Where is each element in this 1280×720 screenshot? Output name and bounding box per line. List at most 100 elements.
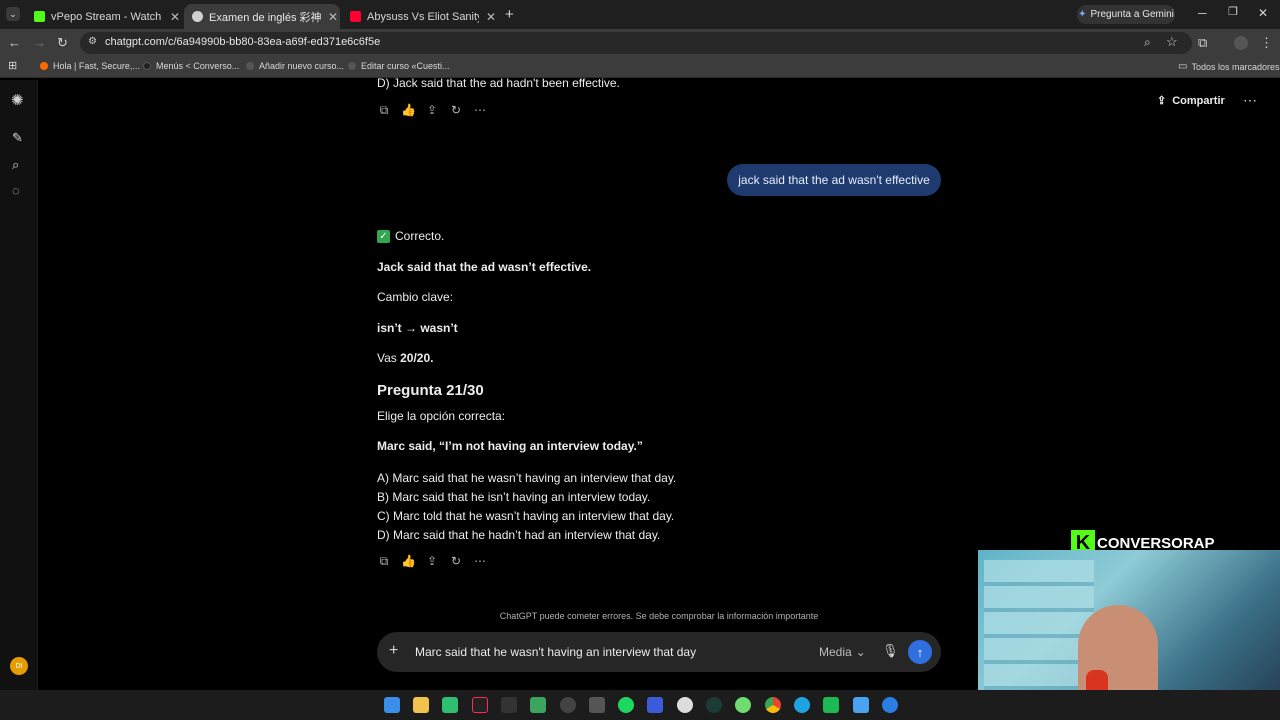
folder-icon: ▭ bbox=[1178, 61, 1188, 72]
close-icon[interactable]: ✕ bbox=[327, 10, 339, 24]
avatar[interactable]: DI bbox=[10, 657, 28, 675]
zoom-icon[interactable]: ⌕ bbox=[1144, 35, 1151, 50]
bookmark-item[interactable]: Menús < Converso... bbox=[143, 61, 239, 71]
spotify-icon[interactable] bbox=[618, 697, 634, 713]
new-tab-icon[interactable]: + bbox=[505, 7, 514, 22]
reload-icon[interactable]: ↻ bbox=[57, 36, 68, 49]
app-icon[interactable] bbox=[882, 697, 898, 713]
search-icon[interactable]: ⌕ bbox=[12, 158, 19, 171]
option-d: D) Marc said that he hadn’t had an inter… bbox=[377, 528, 661, 542]
bookmark-star-icon[interactable]: ☆ bbox=[1166, 34, 1178, 50]
correct-line: ✓ Correcto. bbox=[377, 229, 444, 243]
chrome-icon[interactable] bbox=[765, 697, 781, 713]
thumbs-icon[interactable]: 👍 bbox=[401, 103, 416, 117]
app-icon[interactable] bbox=[735, 697, 751, 713]
disclaimer: ChatGPT puede cometer errores. Se debe c… bbox=[499, 611, 819, 621]
menu-icon[interactable]: ⋮ bbox=[1260, 36, 1273, 49]
app-icon[interactable] bbox=[442, 697, 458, 713]
apps-icon[interactable]: ⊞ bbox=[8, 61, 17, 72]
forward-icon[interactable]: → bbox=[33, 36, 46, 49]
site-info-icon[interactable]: ⚙ bbox=[88, 36, 97, 47]
bookmark-favicon bbox=[143, 62, 151, 70]
change-label: Cambio clave: bbox=[377, 290, 454, 304]
close-icon[interactable]: ✕ bbox=[169, 10, 181, 24]
bookmark-item[interactable]: Hola | Fast, Secure,... bbox=[40, 61, 140, 71]
window-close-icon[interactable]: ✕ bbox=[1258, 7, 1268, 19]
share-icon[interactable]: ⇪ bbox=[425, 554, 439, 568]
send-button[interactable]: ↑ bbox=[908, 640, 932, 664]
check-icon: ✓ bbox=[377, 229, 390, 243]
tab-youtube[interactable]: Abysuss Vs Eliot Sanity (SAYAYI ✕ bbox=[342, 4, 498, 29]
app-icon[interactable] bbox=[823, 697, 839, 713]
thumbs-icon[interactable]: 👍 bbox=[401, 554, 416, 568]
close-icon[interactable]: ✕ bbox=[485, 10, 497, 24]
bookmark-item[interactable]: Editar curso «Cuesti... bbox=[348, 61, 450, 71]
minimize-icon[interactable]: ─ bbox=[1198, 7, 1207, 19]
user-message: jack said that the ad wasn't effective bbox=[727, 164, 941, 196]
message-actions: ⧉ 👍 ⇪ ↻ ⋯ bbox=[377, 554, 487, 568]
app-icon[interactable] bbox=[530, 697, 546, 713]
app-icon[interactable] bbox=[677, 697, 693, 713]
score-line: Vas 20/20. bbox=[377, 351, 434, 365]
regenerate-icon[interactable]: ↻ bbox=[449, 554, 463, 568]
toolbar: ← → ↻ ⚙ chatgpt.com/c/6a94990b-bb80-83ea… bbox=[0, 29, 1280, 57]
profile-avatar[interactable] bbox=[1234, 36, 1248, 50]
folder-label: Todos los marcadores bbox=[1191, 61, 1280, 72]
app-icon[interactable] bbox=[706, 697, 722, 713]
app-icon[interactable] bbox=[501, 697, 517, 713]
kick-icon bbox=[34, 11, 45, 22]
copy-icon[interactable]: ⧉ bbox=[377, 103, 391, 117]
share-button[interactable]: ⇪ Compartir bbox=[1157, 94, 1225, 108]
more-icon[interactable]: ⋯ bbox=[473, 554, 487, 568]
windows-start-icon[interactable] bbox=[384, 697, 400, 713]
tab-chatgpt[interactable]: Examen de inglés 彩神争霸快三 ✕ bbox=[184, 4, 340, 29]
bookmark-label: Editar curso «Cuesti... bbox=[361, 61, 450, 71]
model-selector[interactable]: Media ⌄ bbox=[819, 645, 866, 659]
more-options-icon[interactable]: ⋯ bbox=[1243, 93, 1257, 107]
tab-search-icon[interactable]: ⌄ bbox=[6, 7, 20, 21]
url-text: chatgpt.com/c/6a94990b-bb80-83ea-a69f-ed… bbox=[105, 36, 381, 48]
correct-label: Correcto. bbox=[395, 229, 445, 243]
score-value: 20/20. bbox=[400, 351, 434, 365]
tiktok-icon[interactable] bbox=[472, 697, 488, 713]
user-message-text: jack said that the ad wasn't effective bbox=[738, 173, 930, 187]
openai-logo-icon[interactable]: ✺ bbox=[11, 93, 24, 108]
regenerate-icon[interactable]: ↻ bbox=[449, 103, 463, 117]
bookmark-item[interactable]: Añadir nuevo curso... bbox=[246, 61, 344, 71]
share-icon[interactable]: ⇪ bbox=[425, 103, 439, 117]
gemini-button[interactable]: ✦ Pregunta a Gemini bbox=[1077, 5, 1175, 24]
restore-icon[interactable]: ❐ bbox=[1228, 7, 1238, 18]
address-bar[interactable]: ⚙ chatgpt.com/c/6a94990b-bb80-83ea-a69f-… bbox=[80, 32, 1192, 54]
question-title: Pregunta 21/30 bbox=[377, 382, 484, 399]
tab-title: Examen de inglés 彩神争霸快三 bbox=[209, 11, 321, 24]
edge-icon[interactable] bbox=[794, 697, 810, 713]
model-label: Media bbox=[819, 645, 852, 659]
bookmark-label: Añadir nuevo curso... bbox=[259, 61, 345, 71]
all-bookmarks-folder[interactable]: ▭ Todos los marcadores bbox=[1178, 61, 1280, 72]
more-icon[interactable]: ⋯ bbox=[473, 103, 487, 117]
app-icon[interactable] bbox=[647, 697, 663, 713]
brand-text: CONVERSORAP bbox=[1097, 534, 1215, 552]
app-icon[interactable] bbox=[589, 697, 605, 713]
back-icon[interactable]: ← bbox=[8, 36, 21, 49]
new-chat-icon[interactable]: ✎ bbox=[12, 131, 23, 144]
avatar-initials: DI bbox=[15, 662, 23, 670]
gemini-icon: ✦ bbox=[1078, 9, 1087, 20]
bookmark-favicon bbox=[348, 62, 356, 70]
chat-bubble-icon[interactable]: ◌ bbox=[12, 184, 20, 197]
app-icon[interactable] bbox=[853, 697, 869, 713]
file-explorer-icon[interactable] bbox=[413, 697, 429, 713]
chatgpt-app-icon[interactable] bbox=[560, 697, 576, 713]
plus-icon[interactable]: + bbox=[389, 643, 398, 659]
message-actions: ⧉ 👍 ⇪ ↻ ⋯ bbox=[377, 103, 487, 117]
message-input[interactable]: Marc said that he wasn't having an inter… bbox=[415, 645, 696, 659]
bookmarks-bar: ⊞ Hola | Fast, Secure,... Menús < Conver… bbox=[0, 57, 1280, 78]
tab-kick[interactable]: vPepo Stream - Watch Live on ✕ bbox=[26, 4, 182, 29]
gemini-label: Pregunta a Gemini bbox=[1090, 9, 1174, 20]
extensions-icon[interactable]: ⧉ bbox=[1198, 36, 1207, 49]
answer-text: Jack said that the ad wasn’t effective. bbox=[377, 260, 592, 274]
copy-icon[interactable]: ⧉ bbox=[377, 554, 391, 568]
bookmark-favicon bbox=[246, 62, 254, 70]
microphone-icon[interactable]: 🎙 bbox=[882, 644, 899, 657]
youtube-icon bbox=[350, 11, 361, 22]
